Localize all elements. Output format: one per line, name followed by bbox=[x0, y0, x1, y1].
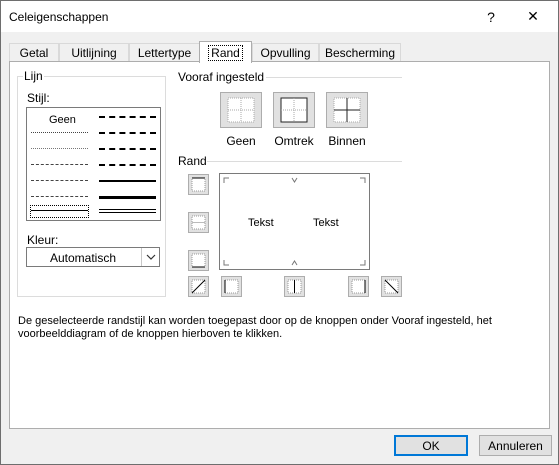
preset-none-label: Geen bbox=[226, 134, 256, 148]
title-bar: Celeigenschappen ? ✕ bbox=[1, 1, 558, 32]
help-button[interactable]: ? bbox=[471, 1, 511, 32]
line-style-option[interactable] bbox=[31, 143, 88, 154]
preview-corner-marks bbox=[223, 177, 366, 266]
preset-outline-icon bbox=[280, 97, 308, 123]
border-diagonal-up-button[interactable] bbox=[188, 276, 209, 297]
close-icon: ✕ bbox=[527, 8, 539, 24]
border-title: Rand bbox=[177, 154, 208, 168]
border-bottom-button[interactable] bbox=[188, 250, 209, 271]
border-left-button[interactable] bbox=[221, 276, 242, 297]
line-style-option[interactable] bbox=[99, 127, 156, 138]
line-style-none-label: Geen bbox=[49, 114, 76, 126]
preset-inside-icon bbox=[333, 97, 361, 123]
line-style-option-selected[interactable] bbox=[30, 205, 89, 218]
close-button[interactable]: ✕ bbox=[513, 1, 553, 32]
line-style-option[interactable] bbox=[31, 127, 88, 138]
border-left-icon bbox=[224, 279, 239, 294]
line-style-option[interactable] bbox=[99, 111, 156, 122]
style-label: Stijl: bbox=[26, 91, 51, 105]
tab-label: Lettertype bbox=[137, 46, 192, 60]
line-style-option[interactable] bbox=[99, 191, 156, 202]
diagonal-down-icon bbox=[384, 279, 399, 294]
color-select-value: Automatisch bbox=[49, 251, 117, 265]
tab-label: Bescherming bbox=[324, 46, 396, 60]
tab-getal[interactable]: Getal bbox=[9, 43, 59, 62]
border-inside-horizontal-icon bbox=[191, 215, 206, 230]
border-right-icon bbox=[351, 279, 366, 294]
preview-text-right: Tekst bbox=[313, 217, 339, 229]
tab-lettertype[interactable]: Lettertype bbox=[129, 43, 200, 62]
cell-properties-dialog: Celeigenschappen ? ✕ Getal Uitlijning Le… bbox=[0, 0, 559, 465]
diagonal-up-icon bbox=[191, 279, 206, 294]
border-right-button[interactable] bbox=[348, 276, 369, 297]
line-style-list: Geen bbox=[26, 107, 161, 221]
line-style-option[interactable] bbox=[99, 206, 156, 217]
color-label: Kleur: bbox=[26, 233, 60, 247]
line-group-title: Lijn bbox=[23, 69, 44, 83]
border-inside-vertical-button[interactable] bbox=[284, 276, 305, 297]
ok-button[interactable]: OK bbox=[394, 435, 468, 456]
preset-none-icon bbox=[227, 97, 255, 123]
tab-uitlijning[interactable]: Uitlijning bbox=[59, 43, 129, 62]
preset-outline-button[interactable] bbox=[273, 92, 315, 128]
preset-none-button[interactable] bbox=[220, 92, 262, 128]
border-inside-vertical-icon bbox=[287, 279, 302, 294]
border-bottom-icon bbox=[191, 253, 206, 268]
cancel-button[interactable]: Annuleren bbox=[479, 435, 552, 456]
line-style-none[interactable]: Geen bbox=[31, 111, 88, 126]
line-style-option[interactable] bbox=[99, 159, 156, 170]
border-divider bbox=[207, 161, 402, 162]
preview-text-left: Tekst bbox=[248, 217, 274, 229]
tab-label: Getal bbox=[19, 46, 49, 60]
border-tab-panel: Lijn Stijl: Geen Kleur: Automatisch Voor… bbox=[9, 61, 550, 429]
tab-label: Uitlijning bbox=[71, 46, 117, 60]
border-inside-horizontal-button[interactable] bbox=[188, 212, 209, 233]
presets-title: Vooraf ingesteld bbox=[177, 70, 266, 84]
help-icon: ? bbox=[487, 8, 495, 25]
line-style-option[interactable] bbox=[31, 159, 88, 170]
border-preview[interactable]: Tekst Tekst bbox=[219, 173, 370, 270]
dialog-title: Celeigenschappen bbox=[9, 10, 109, 24]
line-style-option[interactable] bbox=[99, 143, 156, 154]
border-top-button[interactable] bbox=[188, 174, 209, 195]
border-top-icon bbox=[191, 177, 206, 192]
tab-bescherming[interactable]: Bescherming bbox=[319, 43, 401, 62]
chevron-down-icon bbox=[141, 248, 159, 266]
border-diagonal-down-button[interactable] bbox=[381, 276, 402, 297]
tab-rand[interactable]: Rand bbox=[199, 41, 252, 63]
tab-opvulling[interactable]: Opvulling bbox=[252, 43, 319, 62]
help-description: De geselecteerde randstijl kan worden to… bbox=[18, 315, 492, 340]
preset-inside-button[interactable] bbox=[326, 92, 368, 128]
preset-outline-label: Omtrek bbox=[274, 134, 314, 148]
color-select[interactable]: Automatisch bbox=[26, 247, 160, 267]
presets-divider bbox=[266, 77, 402, 78]
line-style-option[interactable] bbox=[31, 175, 88, 186]
tab-label: Opvulling bbox=[260, 46, 311, 60]
tab-label: Rand bbox=[208, 44, 243, 61]
line-style-option[interactable] bbox=[99, 175, 156, 186]
preset-inside-label: Binnen bbox=[328, 134, 366, 148]
line-style-option[interactable] bbox=[31, 191, 88, 202]
